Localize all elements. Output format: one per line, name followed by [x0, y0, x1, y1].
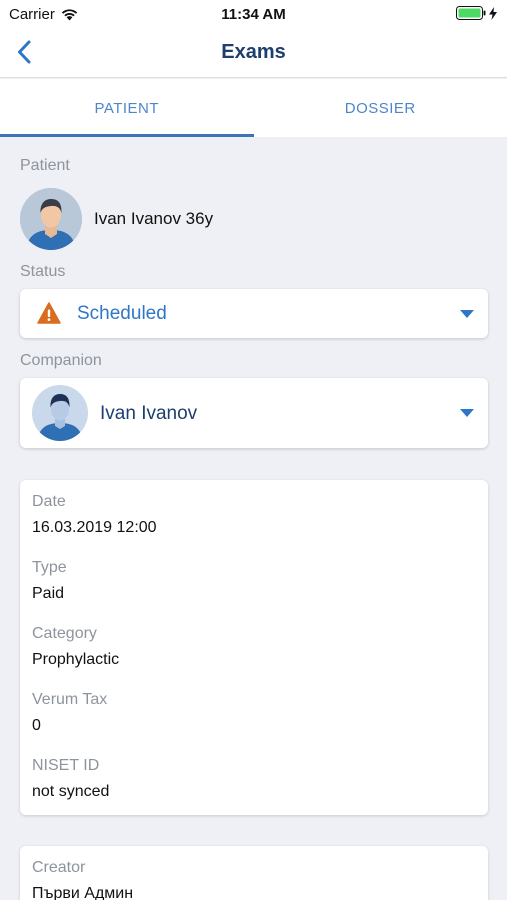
- clock: 11:34 AM: [221, 6, 286, 23]
- creator-label: Creator: [32, 859, 86, 876]
- tab-bar: PATIENT DOSSIER: [0, 79, 507, 137]
- exam-details-card: Date 16.03.2019 12:00 Type Paid Category…: [20, 480, 488, 815]
- patient-name: Ivan Ivanov 36y: [94, 209, 214, 228]
- warning-icon: [37, 302, 61, 324]
- verum-tax-value: 0: [32, 717, 41, 734]
- patient-section-label: Patient: [20, 157, 70, 174]
- type-label: Type: [32, 559, 67, 576]
- patient-row: Ivan Ivanov 36y: [20, 188, 213, 250]
- type-field: Type Paid: [32, 559, 67, 603]
- category-field: Category Prophylactic: [32, 625, 119, 669]
- verum-tax-label: Verum Tax: [32, 691, 108, 708]
- charging-icon: [489, 6, 497, 20]
- status-section-label: Status: [20, 263, 66, 280]
- status-value: Scheduled: [77, 303, 167, 324]
- tab-patient[interactable]: PATIENT: [0, 79, 254, 137]
- niset-id-value: not synced: [32, 783, 110, 800]
- status-bar: Carrier 11:34 AM: [0, 0, 507, 28]
- verum-tax-field: Verum Tax 0: [32, 691, 107, 735]
- type-value: Paid: [32, 585, 65, 602]
- creator-field: Creator Първи Админ: [32, 859, 133, 900]
- patient-avatar: [20, 188, 82, 250]
- category-value: Prophylactic: [32, 651, 120, 668]
- page-title: Exams: [221, 41, 286, 63]
- creator-value: Първи Админ: [32, 885, 134, 900]
- date-field: Date 16.03.2019 12:00: [32, 493, 157, 537]
- tab-dossier[interactable]: DOSSIER: [254, 79, 507, 137]
- companion-value: Ivan Ivanov: [100, 403, 198, 424]
- navigation-bar: Exams: [0, 28, 507, 78]
- battery-indicator: [456, 6, 497, 20]
- chevron-down-icon: [460, 309, 474, 318]
- status-select[interactable]: Scheduled: [20, 289, 488, 338]
- creator-card: Creator Първи Админ: [20, 846, 488, 900]
- date-label: Date: [32, 493, 66, 510]
- companion-avatar: [32, 385, 88, 441]
- battery-icon: [456, 6, 486, 20]
- person-icon: [20, 188, 82, 250]
- niset-id-label: NISET ID: [32, 757, 100, 774]
- companion-select[interactable]: Ivan Ivanov: [20, 378, 488, 448]
- niset-id-field: NISET ID not synced: [32, 757, 109, 801]
- date-value: 16.03.2019 12:00: [32, 519, 157, 536]
- chevron-down-icon: [460, 409, 474, 417]
- person-icon: [32, 385, 88, 441]
- category-label: Category: [32, 625, 97, 642]
- companion-section-label: Companion: [20, 352, 102, 369]
